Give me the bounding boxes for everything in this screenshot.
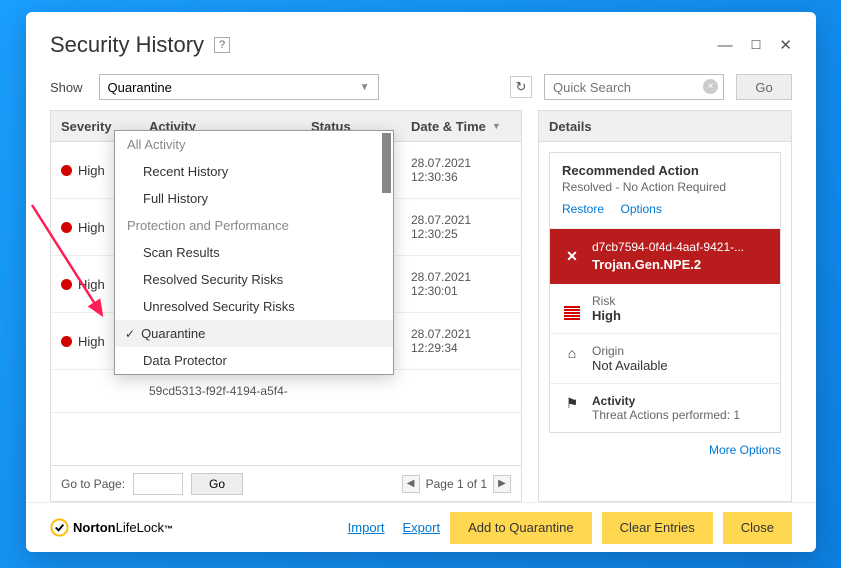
- refresh-button[interactable]: ↻: [510, 76, 532, 98]
- clear-entries-button[interactable]: Clear Entries: [602, 512, 713, 544]
- help-icon[interactable]: ?: [214, 37, 230, 53]
- dropdown-header-protection: Protection and Performance: [115, 212, 393, 239]
- threat-section: ✕ d7cb7594-0f4d-4aaf-9421-... Trojan.Gen…: [550, 229, 780, 284]
- severity-dot-icon: [61, 279, 72, 290]
- activity-section: ⚑ Activity Threat Actions performed: 1: [550, 384, 780, 432]
- filter-selected-value: Quarantine: [108, 80, 172, 95]
- filter-bar: Show Quarantine ▼ ↻ × Go: [26, 74, 816, 110]
- dropdown-item-scan[interactable]: Scan Results: [115, 239, 393, 266]
- search-wrapper: ×: [544, 74, 724, 100]
- close-button[interactable]: Close: [723, 512, 792, 544]
- window-controls: — ☐ ✕: [718, 36, 792, 54]
- dropdown-item-recent[interactable]: Recent History: [115, 158, 393, 185]
- dropdown-item-dataprotector[interactable]: Data Protector: [115, 347, 393, 374]
- chevron-down-icon: ▼: [360, 82, 370, 93]
- dropdown-item-full[interactable]: Full History: [115, 185, 393, 212]
- recommended-action-sub: Resolved - No Action Required: [562, 180, 768, 194]
- scrollbar-thumb[interactable]: [382, 133, 391, 193]
- footer: NortonLifeLock™ Import Export Add to Qua…: [26, 502, 816, 552]
- recommended-action-title: Recommended Action: [562, 163, 768, 178]
- table-row[interactable]: 59cd5313-f92f-4194-a5f4-: [51, 370, 521, 413]
- threat-x-icon: ✕: [562, 246, 582, 266]
- filter-label: Show: [50, 80, 83, 95]
- more-options-link[interactable]: More Options: [709, 443, 781, 457]
- details-panel: Details Recommended Action Resolved - No…: [538, 110, 792, 502]
- export-link[interactable]: Export: [403, 520, 441, 535]
- pager-goto-label: Go to Page:: [61, 477, 125, 491]
- threat-id: d7cb7594-0f4d-4aaf-9421-...: [592, 239, 744, 256]
- dropdown-header-all: All Activity: [115, 131, 393, 158]
- threat-name: Trojan.Gen.NPE.2: [592, 256, 744, 274]
- close-window-button[interactable]: ✕: [779, 36, 792, 54]
- pager-next-button[interactable]: ▶: [493, 475, 511, 493]
- details-body: Recommended Action Resolved - No Action …: [538, 142, 792, 502]
- pager-prev-button[interactable]: ◀: [402, 475, 420, 493]
- dropdown-item-unresolved[interactable]: Unresolved Security Risks: [115, 293, 393, 320]
- window-title: Security History: [50, 32, 204, 58]
- dropdown-item-quarantine[interactable]: ✓Quarantine: [115, 320, 393, 347]
- pager-page-input[interactable]: [133, 473, 183, 495]
- filter-select[interactable]: Quarantine ▼: [99, 74, 379, 100]
- restore-link[interactable]: Restore: [562, 202, 604, 216]
- add-to-quarantine-button[interactable]: Add to Quarantine: [450, 512, 592, 544]
- pager-page-label: Page 1 of 1: [426, 477, 487, 491]
- check-icon: ✓: [125, 327, 135, 341]
- risk-label: Risk: [592, 294, 621, 308]
- titlebar: Security History ? — ☐ ✕: [26, 12, 816, 74]
- search-input[interactable]: [544, 74, 724, 100]
- details-card: Recommended Action Resolved - No Action …: [549, 152, 781, 433]
- col-datetime[interactable]: Date & Time ▼: [411, 119, 521, 134]
- activity-label: Activity: [592, 394, 740, 408]
- home-icon: ⌂: [562, 345, 582, 361]
- severity-dot-icon: [61, 165, 72, 176]
- options-link[interactable]: Options: [620, 202, 661, 216]
- flag-icon: ⚑: [562, 395, 582, 412]
- origin-section: ⌂ Origin Not Available: [550, 334, 780, 384]
- dropdown-item-resolved[interactable]: Resolved Security Risks: [115, 266, 393, 293]
- origin-value: Not Available: [592, 358, 668, 373]
- brand-logo: NortonLifeLock™: [50, 518, 173, 537]
- details-header: Details: [538, 110, 792, 142]
- import-link[interactable]: Import: [348, 520, 385, 535]
- risk-bars-icon: [562, 295, 582, 320]
- severity-dot-icon: [61, 336, 72, 347]
- sort-desc-icon: ▼: [492, 121, 501, 131]
- origin-label: Origin: [592, 344, 668, 358]
- pager-go-button[interactable]: Go: [191, 473, 243, 495]
- maximize-button[interactable]: ☐: [751, 38, 762, 52]
- search-go-button[interactable]: Go: [736, 74, 792, 100]
- risk-value: High: [592, 308, 621, 323]
- norton-check-icon: [50, 518, 69, 537]
- clear-search-icon[interactable]: ×: [703, 79, 718, 94]
- risk-section: Risk High: [550, 284, 780, 334]
- minimize-button[interactable]: —: [718, 37, 733, 54]
- pager: Go to Page: Go ◀ Page 1 of 1 ▶: [50, 466, 522, 502]
- severity-dot-icon: [61, 222, 72, 233]
- activity-value: Threat Actions performed: 1: [592, 408, 740, 422]
- filter-dropdown[interactable]: All Activity Recent History Full History…: [114, 130, 394, 375]
- recommended-action-section: Recommended Action Resolved - No Action …: [550, 153, 780, 229]
